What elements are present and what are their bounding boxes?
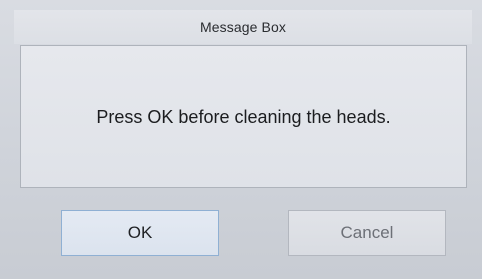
dialog-title: Message Box xyxy=(200,19,286,35)
dialog-message: Press OK before cleaning the heads. xyxy=(96,106,391,127)
message-panel: Press OK before cleaning the heads. xyxy=(20,45,467,188)
ok-button[interactable]: OK xyxy=(61,210,219,256)
cancel-button[interactable]: Cancel xyxy=(288,210,446,256)
cancel-button-label: Cancel xyxy=(340,223,394,242)
dialog-titlebar: Message Box xyxy=(14,10,472,44)
ok-button-label: OK xyxy=(127,223,153,242)
message-box-dialog: Message Box Press OK before cleaning the… xyxy=(0,0,482,279)
dialog-button-row: OK Cancel xyxy=(0,188,482,279)
